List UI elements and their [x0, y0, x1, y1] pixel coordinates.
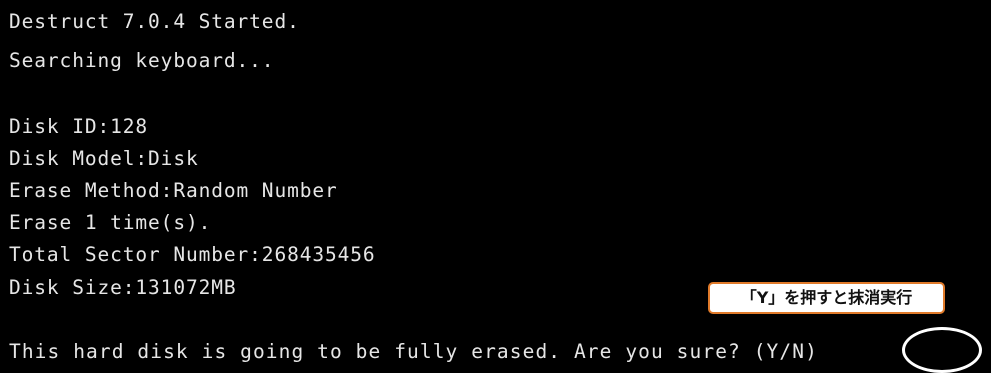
disk-id-line: Disk ID:128: [9, 115, 149, 138]
started-message: Destruct 7.0.4 Started.: [9, 10, 300, 33]
disk-model-line: Disk Model:Disk: [9, 147, 199, 170]
terminal-window[interactable]: Destruct 7.0.4 Started. Searching keyboa…: [0, 0, 991, 373]
erase-confirm-prompt[interactable]: This hard disk is going to be fully eras…: [9, 338, 818, 366]
yn-highlight-ring: [902, 327, 982, 373]
disk-size-line: Disk Size:131072MB: [9, 276, 237, 299]
erase-times-line: Erase 1 time(s).: [9, 211, 212, 234]
erase-method-line: Erase Method:Random Number: [9, 179, 338, 202]
keyboard-search-line: Searching keyboard...: [9, 49, 275, 72]
total-sector-line: Total Sector Number:268435456: [9, 243, 376, 266]
press-y-callout: 「Y」を押すと抹消実行: [708, 282, 945, 314]
